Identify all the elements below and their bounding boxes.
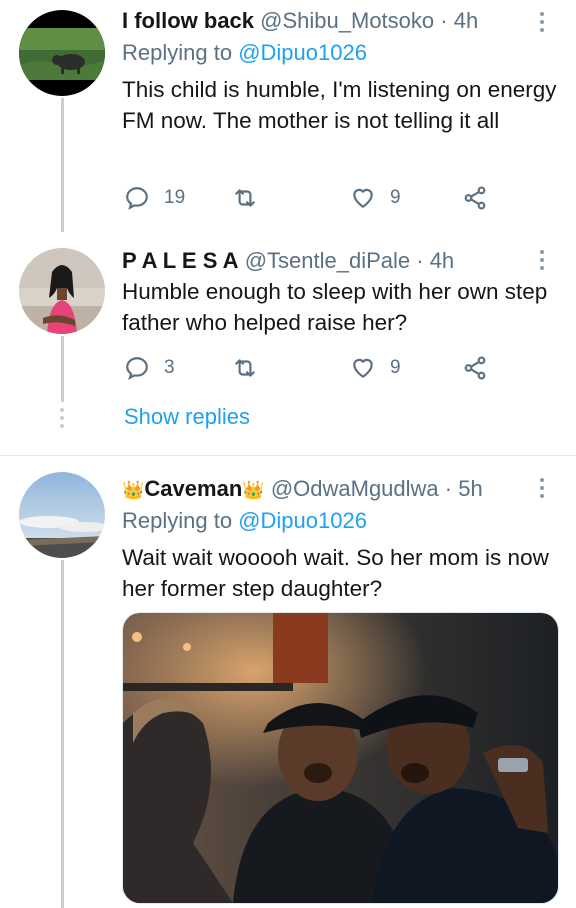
tweet-header: I follow back @Shibu_Motsoko · 4h (122, 8, 478, 34)
crown-icon: 👑 (122, 480, 145, 500)
tweet-text: This child is humble, I'm listening on e… (122, 77, 557, 133)
display-name[interactable]: P A L E S A (122, 248, 239, 273)
tweet-text: Humble enough to sleep with her own step… (122, 279, 548, 335)
display-name[interactable]: Caveman (144, 476, 242, 501)
retweet-icon (235, 359, 255, 377)
share-button[interactable] (462, 184, 488, 212)
replying-to-handle[interactable]: @Dipuo1026 (238, 40, 367, 65)
reply-button[interactable]: 3 (124, 354, 175, 382)
like-count: 9 (390, 187, 401, 208)
replying-to-handle[interactable]: @Dipuo1026 (238, 508, 367, 533)
reply-count: 3 (164, 357, 175, 378)
handle[interactable]: @OdwaMgudlwa (271, 476, 439, 501)
handle[interactable]: @Tsentle_diPale (245, 248, 410, 273)
replying-to-label: Replying to (122, 40, 233, 65)
show-replies-link[interactable]: Show replies (124, 404, 250, 430)
share-button[interactable] (462, 354, 488, 382)
retweet-button[interactable] (232, 184, 258, 212)
avatar[interactable] (19, 248, 105, 334)
tweet-media-photo[interactable] (122, 612, 559, 904)
more-vertical-icon[interactable] (538, 478, 546, 502)
share-icon (464, 186, 486, 210)
thread-line (61, 560, 64, 908)
avatar[interactable] (19, 472, 105, 558)
more-vertical-icon[interactable] (538, 12, 546, 36)
avatar[interactable] (19, 10, 105, 96)
replying-to: Replying to @Dipuo1026 (122, 40, 367, 66)
reply-count: 19 (164, 187, 186, 208)
retweet-icon (235, 189, 255, 207)
handle[interactable]: @Shibu_Motsoko (260, 8, 434, 33)
retweet-button[interactable] (232, 354, 258, 382)
timestamp[interactable]: · 4h (416, 248, 454, 273)
tweet-2[interactable]: P A L E S A @Tsentle_diPale · 4h Humble … (0, 232, 576, 454)
tweet-text: Wait wait wooooh wait. So her mom is now… (122, 545, 549, 601)
replying-to-label: Replying to (122, 508, 233, 533)
thread-line (61, 98, 64, 232)
like-button[interactable]: 9 (350, 184, 401, 212)
timestamp[interactable]: · 5h (445, 476, 483, 501)
tweet-header: 👑Caveman👑 @OdwaMgudlwa · 5h (122, 476, 483, 503)
heart-icon (353, 188, 373, 208)
heart-icon (353, 358, 373, 378)
tweet-actions: 3 9 (122, 354, 562, 382)
reply-icon (126, 357, 148, 380)
thread-line (61, 336, 64, 402)
more-vertical-icon[interactable] (538, 250, 546, 274)
reply-button[interactable]: 19 (124, 184, 185, 212)
crown-icon: 👑 (242, 480, 265, 500)
tweet-1[interactable]: I follow back @Shibu_Motsoko · 4h Replyi… (0, 0, 576, 232)
tweet-actions: 19 9 (122, 184, 562, 212)
tweet-header: P A L E S A @Tsentle_diPale · 4h (122, 248, 454, 274)
like-count: 9 (390, 357, 401, 378)
timestamp[interactable]: · 4h (440, 8, 478, 33)
thread-continuation-dots (60, 408, 64, 432)
display-name[interactable]: I follow back (122, 8, 254, 33)
share-icon (464, 356, 486, 380)
replying-to: Replying to @Dipuo1026 (122, 508, 367, 534)
like-button[interactable]: 9 (350, 354, 401, 382)
reply-icon (126, 187, 148, 210)
